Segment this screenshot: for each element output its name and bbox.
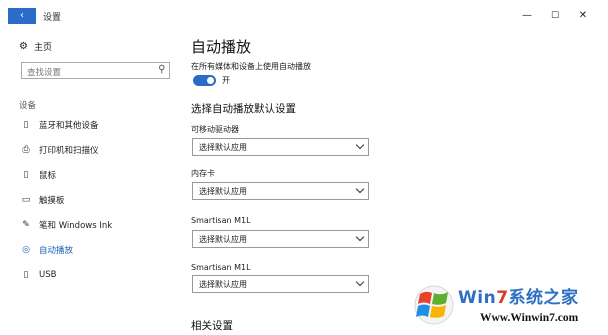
touchpad-icon: ▭ — [21, 195, 31, 205]
search-input[interactable]: 查找设置 ⚲ — [21, 62, 170, 79]
bluetooth-devices-icon: ▯ — [23, 120, 29, 130]
minimize-button[interactable]: — — [516, 8, 538, 24]
sidebar-item-pen[interactable]: ✎ 笔和 Windows Ink — [19, 218, 112, 232]
watermark: Win7系统之家 Www.Winwin7.com — [414, 279, 604, 331]
window-title: 设置 — [43, 13, 62, 23]
sidebar-home[interactable]: ⚙ 主页 — [19, 39, 52, 53]
watermark-brand: Win7系统之家 — [458, 288, 579, 308]
sidebar-home-label: 主页 — [33, 42, 52, 53]
autoplay-toggle[interactable] — [193, 75, 216, 86]
device-2-select[interactable]: 选择默认应用 — [192, 275, 369, 293]
mouse-icon: ▯ — [23, 170, 29, 180]
sidebar-item-mouse[interactable]: ▯ 鼠标 — [19, 168, 57, 182]
defaults-heading: 选择自动播放默认设置 — [191, 103, 296, 115]
search-icon: ⚲ — [157, 64, 165, 75]
page-title: 自动播放 — [191, 38, 252, 56]
sidebar-group-heading: 设备 — [19, 101, 37, 111]
sidebar-item-printers[interactable]: ⎙ 打印机和扫描仪 — [19, 143, 98, 157]
search-placeholder: 查找设置 — [27, 68, 62, 78]
field-label-device-2: Smartisan M1L — [191, 263, 251, 272]
pen-icon: ✎ — [22, 220, 30, 230]
watermark-url: Www.Winwin7.com — [480, 312, 579, 324]
device-1-select[interactable]: 选择默认应用 — [192, 230, 369, 248]
toggle-description: 在所有媒体和设备上使用自动播放 — [191, 62, 311, 71]
close-button[interactable]: ✕ — [572, 8, 594, 24]
windows-logo-icon — [414, 285, 454, 325]
usb-icon: ▯ — [23, 270, 29, 280]
related-settings-heading: 相关设置 — [191, 320, 233, 332]
field-label-memory-card: 内存卡 — [191, 169, 215, 178]
sidebar-item-autoplay[interactable]: ◎ 自动播放 — [19, 243, 73, 257]
field-label-removable: 可移动驱动器 — [191, 125, 239, 134]
chevron-down-icon — [355, 277, 365, 287]
chevron-down-icon — [355, 184, 365, 194]
printer-icon: ⎙ — [22, 145, 30, 155]
chevron-down-icon — [355, 140, 365, 150]
title-bar: ‹ 设置 — ☐ ✕ — [0, 0, 608, 32]
chevron-down-icon — [355, 232, 365, 242]
back-button[interactable]: ‹ — [8, 8, 36, 24]
field-label-device-1: Smartisan M1L — [191, 216, 251, 225]
toggle-state-label: 开 — [222, 76, 230, 85]
sidebar-item-touchpad[interactable]: ▭ 触摸板 — [19, 193, 65, 207]
autoplay-icon: ◎ — [22, 245, 30, 255]
sidebar-item-usb[interactable]: ▯ USB — [19, 268, 57, 282]
gear-icon: ⚙ — [19, 40, 28, 52]
sidebar-item-bluetooth[interactable]: ▯ 蓝牙和其他设备 — [19, 118, 99, 132]
maximize-button[interactable]: ☐ — [544, 8, 566, 24]
removable-drive-select[interactable]: 选择默认应用 — [192, 138, 369, 156]
memory-card-select[interactable]: 选择默认应用 — [192, 182, 369, 200]
